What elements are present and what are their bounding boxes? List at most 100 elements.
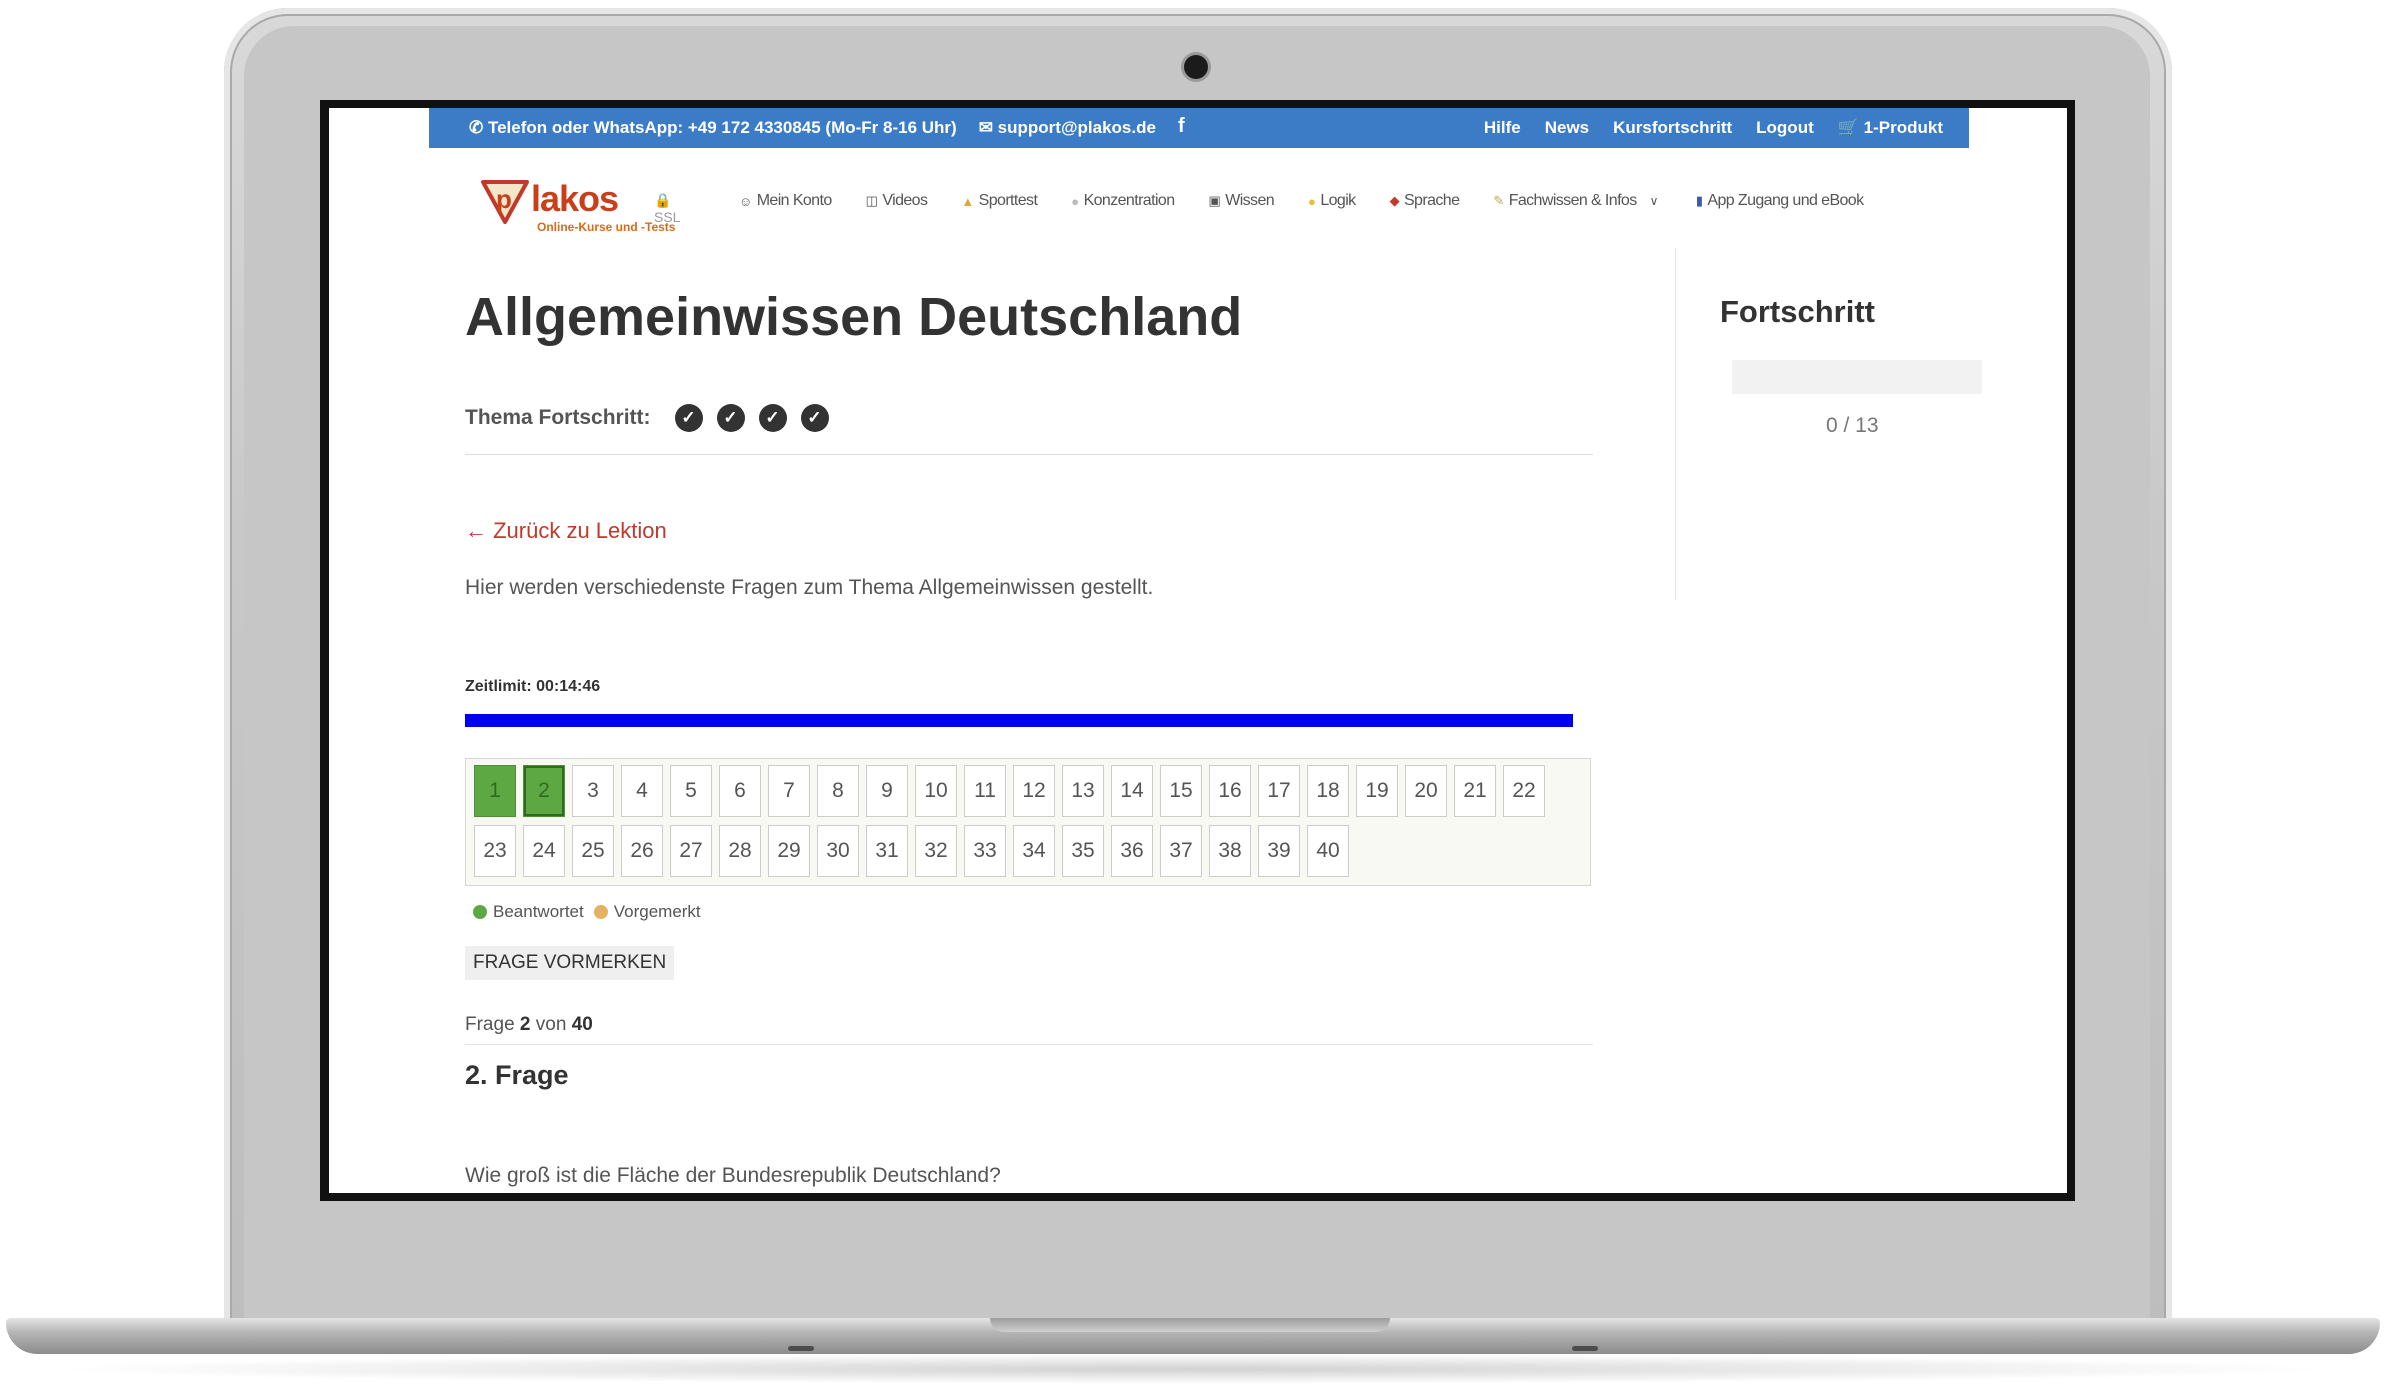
nav-label: Logik [1320,192,1356,209]
question-15-button[interactable]: 15 [1160,765,1202,817]
question-6-button[interactable]: 6 [719,765,761,817]
svg-text:p: p [496,184,512,214]
question-7-button[interactable]: 7 [768,765,810,817]
sidebar-title: Fortschritt [1720,294,1875,329]
nav-app-zugang[interactable]: ▮ App Zugang und eBook [1696,192,1864,210]
question-40-button[interactable]: 40 [1307,825,1349,877]
question-21-button[interactable]: 21 [1454,765,1496,817]
question-24-button[interactable]: 24 [523,825,565,877]
question-11-button[interactable]: 11 [964,765,1006,817]
question-navigator: 1 2 3 4 5 6 7 8 9 10 11 12 13 14 15 16 17 18 19 20 21 22 23 24 2… [465,758,1591,886]
nav-label: App Zugang und eBook [1707,192,1864,209]
question-19-button[interactable]: 19 [1356,765,1398,817]
nav-label: Wissen [1225,192,1275,209]
top-link-logout[interactable]: Logout [1756,118,1814,138]
speech-icon: ● [1071,193,1079,209]
question-34-button[interactable]: 34 [1013,825,1055,877]
laptop-foot [1572,1346,1598,1351]
counter-prefix: Frage [465,1014,515,1035]
question-38-button[interactable]: 38 [1209,825,1251,877]
question-13-button[interactable]: 13 [1062,765,1104,817]
question-37-button[interactable]: 37 [1160,825,1202,877]
question-33-button[interactable]: 33 [964,825,1006,877]
back-to-lesson-link[interactable]: ← Zurück zu Lektion [465,518,667,544]
screen: ✆ Telefon oder WhatsApp: +49 172 4330845… [329,108,2067,1193]
question-39-button[interactable]: 39 [1258,825,1300,877]
question-3-button[interactable]: 3 [572,765,614,817]
phone-text: Telefon oder WhatsApp: +49 172 4330845 (… [487,118,957,137]
question-grid: 1 2 3 4 5 6 7 8 9 10 11 12 13 14 15 16 17 18 19 20 21 22 23 24 2… [474,765,1554,877]
timer-bar [465,714,1573,727]
main-nav: ☺ Mein Konto ◫ Videos ▲ Sporttest ● Konzentr… [739,192,1864,210]
nav-videos[interactable]: ◫ Videos [866,192,928,210]
chevron-down-icon: ∨ [1649,194,1659,208]
nav-sprache[interactable]: ◆ Sprache [1390,192,1460,210]
question-36-button[interactable]: 36 [1111,825,1153,877]
top-link-hilfe[interactable]: Hilfe [1484,118,1521,138]
nav-logik[interactable]: ● Logik [1308,192,1356,210]
sidebar-progress-bar [1732,360,1982,394]
question-8-button[interactable]: 8 [817,765,859,817]
legend-marked: Vorgemerkt [613,902,701,921]
question-25-button[interactable]: 25 [572,825,614,877]
legend-answered: Beantwortet [493,902,584,921]
question-10-button[interactable]: 10 [915,765,957,817]
contact-email[interactable]: ✉ support@plakos.de [979,118,1156,138]
question-9-button[interactable]: 9 [866,765,908,817]
question-29-button[interactable]: 29 [768,825,810,877]
check-circle-icon: ✓ [800,404,829,432]
divider [465,454,1593,455]
question-30-button[interactable]: 30 [817,825,859,877]
cart-link[interactable]: 🛒 1-Produkt [1838,118,1943,138]
question-35-button[interactable]: 35 [1062,825,1104,877]
top-link-news[interactable]: News [1545,118,1589,138]
question-31-button[interactable]: 31 [866,825,908,877]
question-32-button[interactable]: 32 [915,825,957,877]
facebook-icon[interactable]: f [1178,115,1185,138]
notepad-icon: ✎ [1493,193,1504,208]
laptop-notch [990,1318,1390,1332]
thema-label: Thema Fortschritt: [465,406,651,429]
question-18-button[interactable]: 18 [1307,765,1349,817]
question-counter: Frage 2 von 40 [465,1014,593,1036]
bulb-icon: ● [1308,193,1316,209]
question-1-button[interactable]: 1 [474,765,516,817]
nav-wissen[interactable]: ▣ Wissen [1209,192,1275,210]
nav-sporttest[interactable]: ▲ Sporttest [961,192,1038,210]
logo-shield-icon: p [481,180,529,224]
laptop-shadow [40,1354,2340,1384]
cart-label: 1-Produkt [1863,118,1943,137]
camera-icon: ◫ [865,193,878,208]
question-17-button[interactable]: 17 [1258,765,1300,817]
question-2-button[interactable]: 2 [523,765,565,817]
sidebar-count: 0 / 13 [1826,414,1879,437]
mark-question-button[interactable]: FRAGE VORMERKEN [465,946,675,980]
phone-icon: ▮ [1695,193,1703,208]
counter-mid: von [535,1014,567,1035]
nav-fachwissen[interactable]: ✎ Fachwissen & Infos ∨ [1493,192,1659,210]
counter-total: 40 [571,1014,593,1035]
question-5-button[interactable]: 5 [670,765,712,817]
question-4-button[interactable]: 4 [621,765,663,817]
question-16-button[interactable]: 16 [1209,765,1251,817]
question-26-button[interactable]: 26 [621,825,663,877]
muscle-icon: ▲ [961,193,974,209]
nav-mein-konto[interactable]: ☺ Mein Konto [739,192,832,210]
progress-sidebar: Fortschritt 0 / 13 [1675,248,1996,600]
top-link-kursfortschritt[interactable]: Kursfortschritt [1613,118,1732,138]
question-28-button[interactable]: 28 [719,825,761,877]
lips-icon: ◆ [1389,193,1400,208]
contact-phone[interactable]: ✆ Telefon oder WhatsApp: +49 172 4330845… [469,118,957,138]
nav-konzentration[interactable]: ● Konzentration [1071,192,1176,210]
question-14-button[interactable]: 14 [1111,765,1153,817]
question-text: Wie groß ist die Fläche der Bundesrepubl… [465,1164,1001,1187]
question-27-button[interactable]: 27 [670,825,712,877]
nav-label: Konzentration [1083,192,1176,209]
plakos-logo[interactable]: p lakos 🔒 SSL Online-Kurse und -Tests [479,174,699,234]
question-23-button[interactable]: 23 [474,825,516,877]
question-12-button[interactable]: 12 [1013,765,1055,817]
question-22-button[interactable]: 22 [1503,765,1545,817]
question-20-button[interactable]: 20 [1405,765,1447,817]
marked-dot-icon [593,905,608,919]
top-contact-bar: ✆ Telefon oder WhatsApp: +49 172 4330845… [429,108,1969,148]
